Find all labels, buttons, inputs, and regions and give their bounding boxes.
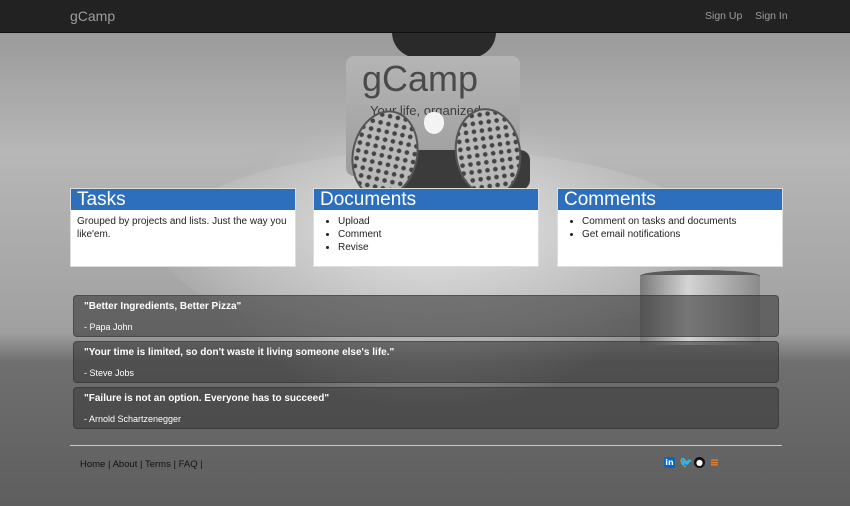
list-item: Revise	[338, 241, 532, 254]
footer-separator: |	[140, 459, 143, 470]
stackoverflow-icon[interactable]: ≡	[709, 457, 720, 468]
linkedin-icon[interactable]: in	[664, 457, 675, 468]
quote-card: "Failure is not an option. Everyone has …	[73, 387, 779, 429]
list-item: Comment on tasks and documents	[582, 215, 776, 228]
laptop-title: gCamp	[362, 58, 479, 99]
tasks-panel-text: Grouped by projects and lists. Just the …	[77, 216, 287, 240]
documents-list: Upload Comment Revise	[320, 215, 532, 254]
github-icon[interactable]: ●	[694, 457, 705, 468]
footer-nav: Home | About | Terms | FAQ |	[80, 459, 203, 470]
sign-up-link[interactable]: Sign Up	[705, 10, 742, 22]
quote-card: "Your time is limited, so don't waste it…	[73, 341, 779, 383]
footer-faq-link[interactable]: FAQ	[179, 459, 198, 470]
top-navbar: gCamp Sign Up Sign In	[0, 0, 850, 33]
quote-text: "Better Ingredients, Better Pizza"	[84, 301, 242, 312]
twitter-icon[interactable]: 🐦	[679, 457, 693, 468]
tasks-panel: Tasks Grouped by projects and lists. Jus…	[70, 188, 296, 267]
quote-author: - Papa John	[84, 322, 133, 332]
list-item: Get email notifications	[582, 228, 776, 241]
list-item: Comment	[338, 228, 532, 241]
comments-list: Comment on tasks and documents Get email…	[564, 215, 776, 241]
footer-about-link[interactable]: About	[113, 459, 138, 470]
person-head-shape	[392, 32, 496, 58]
apple-logo-icon	[424, 112, 444, 134]
comments-panel-title: Comments	[558, 189, 782, 210]
comments-panel: Comments Comment on tasks and documents …	[557, 188, 783, 267]
sign-in-link[interactable]: Sign In	[755, 10, 788, 22]
brand-link[interactable]: gCamp	[70, 8, 115, 24]
quote-text: "Failure is not an option. Everyone has …	[84, 393, 330, 404]
tasks-panel-title: Tasks	[71, 189, 295, 210]
footer-separator: |	[200, 459, 203, 470]
documents-panel-body: Upload Comment Revise	[314, 210, 538, 259]
documents-panel: Documents Upload Comment Revise	[313, 188, 539, 267]
footer-divider	[70, 445, 782, 446]
quote-text: "Your time is limited, so don't waste it…	[84, 347, 395, 358]
documents-panel-title: Documents	[314, 189, 538, 210]
list-item: Upload	[338, 215, 532, 228]
comments-panel-body: Comment on tasks and documents Get email…	[558, 210, 782, 246]
footer-terms-link[interactable]: Terms	[145, 459, 171, 470]
quote-author: - Steve Jobs	[84, 368, 135, 378]
footer-separator: |	[107, 459, 111, 470]
footer-separator: |	[173, 459, 176, 470]
footer-home-link[interactable]: Home	[80, 459, 105, 470]
quote-author: - Arnold Schartzenegger	[84, 414, 182, 424]
quote-card: "Better Ingredients, Better Pizza" - Pap…	[73, 295, 779, 337]
